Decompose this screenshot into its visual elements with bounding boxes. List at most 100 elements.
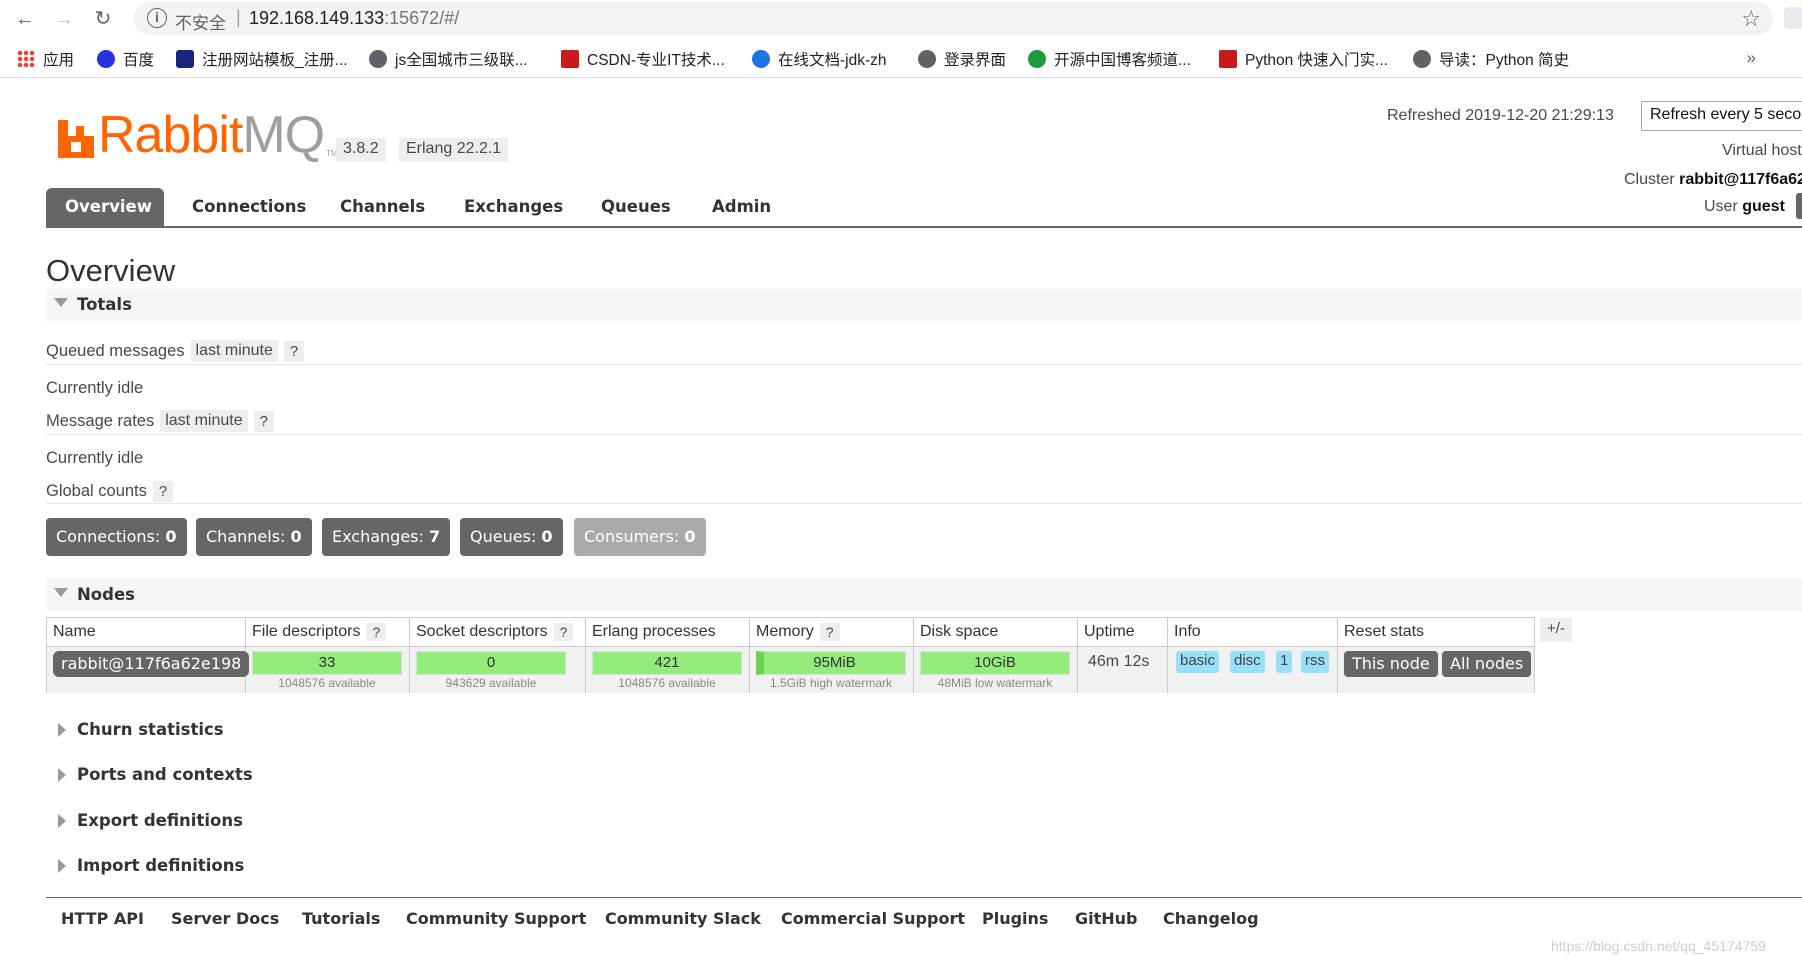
header-memory: Memory?: [756, 623, 840, 641]
bookmark-baidu[interactable]: 百度: [97, 48, 154, 70]
file-descriptors-bar: 33: [252, 651, 402, 675]
import-definitions-section[interactable]: Import definitions: [46, 852, 446, 882]
rabbitmq-logo[interactable]: RabbitMQ TM: [58, 109, 338, 161]
oschina-icon: [1028, 50, 1046, 68]
separator: |: [236, 7, 241, 27]
churn-statistics-section[interactable]: Churn statistics: [46, 716, 446, 746]
col-info: Info basic disc 1 rss: [1168, 618, 1338, 693]
exchanges-count-button[interactable]: Exchanges: 7: [322, 518, 451, 556]
help-icon[interactable]: ?: [253, 410, 274, 432]
info-icon[interactable]: i: [147, 8, 167, 28]
totals-section-header[interactable]: Totals: [46, 289, 1802, 321]
column-toggle-button[interactable]: +/-: [1540, 618, 1572, 642]
footer-link-http-api[interactable]: HTTP API: [61, 909, 144, 928]
globe-icon: [918, 50, 936, 68]
erlang-processes-available: 1048576 available: [618, 676, 716, 690]
help-icon[interactable]: ?: [819, 623, 840, 641]
info-tag-basic: basic: [1176, 651, 1220, 673]
tab-connections[interactable]: Connections: [173, 188, 325, 226]
bookmarks-more-icon[interactable]: »: [1747, 48, 1756, 68]
bookmark-python[interactable]: Python 快速入门实...: [1219, 48, 1388, 70]
globe-icon: [1413, 50, 1431, 68]
queued-idle-text: Currently idle: [46, 379, 144, 397]
bookmark-csdn[interactable]: CSDN-专业IT技术...: [561, 48, 725, 70]
refresh-interval-select[interactable]: Refresh every 5 seconds: [1641, 101, 1802, 131]
nodes-section-header[interactable]: Nodes: [46, 579, 1802, 611]
ports-contexts-section[interactable]: Ports and contexts: [46, 761, 446, 791]
bookmark-oschina[interactable]: 开源中国博客频道...: [1028, 48, 1191, 70]
bookmarks-bar: 应用 百度 注册网站模板_注册... js全国城市三级联... CSDN-专业I…: [0, 40, 1802, 78]
reload-icon[interactable]: ↻: [91, 7, 115, 31]
help-icon[interactable]: ?: [283, 340, 305, 362]
tab-queues[interactable]: Queues: [582, 188, 690, 226]
footer-link-commercial-support[interactable]: Commercial Support: [781, 909, 965, 928]
footer-link-server-docs[interactable]: Server Docs: [171, 909, 279, 928]
forward-icon[interactable]: →: [52, 7, 76, 31]
col-memory: Memory? 95MiB 1.5GiB high watermark: [750, 618, 914, 693]
header-info: Info: [1174, 623, 1201, 640]
header-socket-descriptors: Socket descriptors?: [416, 623, 574, 641]
baidu-icon: [97, 50, 115, 68]
cluster-name: rabbit@117f6a62e198: [1679, 171, 1802, 188]
reset-this-node-button[interactable]: This node: [1344, 651, 1438, 677]
queues-count-button[interactable]: Queues: 0: [460, 518, 563, 556]
back-icon[interactable]: ←: [13, 7, 37, 31]
bookmark-login[interactable]: 登录界面: [918, 48, 1006, 70]
rates-range-chip[interactable]: last minute: [160, 410, 248, 432]
disk-space-watermark: 48MiB low watermark: [937, 676, 1053, 690]
erlang-version-badge: Erlang 22.2.1: [399, 138, 509, 162]
queued-range-chip[interactable]: last minute: [190, 340, 278, 362]
divider: [46, 364, 1802, 365]
footer-link-community-support[interactable]: Community Support: [406, 909, 586, 928]
footer-link-plugins[interactable]: Plugins: [982, 909, 1048, 928]
channels-count-button[interactable]: Channels: 0: [196, 518, 312, 556]
main-tabs: Overview Connections Channels Exchanges …: [46, 188, 1802, 228]
col-file-descriptors: File descriptors? 33 1048576 available: [246, 618, 410, 693]
tab-overview[interactable]: Overview: [46, 188, 164, 226]
help-icon[interactable]: ?: [152, 481, 174, 502]
memory-bar: 95MiB: [756, 651, 906, 675]
cluster-info: Cluster rabbit@117f6a62e198: [1624, 171, 1802, 189]
expand-arrow-icon: [58, 723, 66, 737]
rabbitmq-logo-mark: [58, 120, 94, 158]
tab-exchanges[interactable]: Exchanges: [445, 188, 582, 226]
export-definitions-section[interactable]: Export definitions: [46, 807, 446, 837]
watermark-text: https://blog.csdn.net/qq_45174759: [1551, 938, 1766, 954]
csdn-icon: [561, 50, 579, 68]
site-icon: [176, 50, 194, 68]
help-icon[interactable]: ?: [553, 623, 574, 641]
footer-link-changelog[interactable]: Changelog: [1163, 909, 1259, 928]
header-reset-stats: Reset stats: [1344, 623, 1425, 640]
consumers-count-button[interactable]: Consumers: 0: [574, 518, 706, 556]
tab-channels[interactable]: Channels: [321, 188, 444, 226]
connections-count-button[interactable]: Connections: 0: [46, 518, 187, 556]
url-text[interactable]: 192.168.149.133:15672/#/: [249, 8, 459, 29]
apps-icon: [17, 50, 35, 68]
footer-divider: [46, 897, 1802, 898]
node-name-link[interactable]: rabbit@117f6a62e198: [53, 651, 250, 677]
footer-link-tutorials[interactable]: Tutorials: [302, 909, 380, 928]
queued-messages-row: Queued messages last minute ?: [46, 340, 305, 362]
address-bar[interactable]: i 不安全 | 192.168.149.133:15672/#/ ☆: [133, 2, 1773, 35]
bookmark-python-history[interactable]: 导读：Python 简史: [1413, 48, 1569, 70]
header-file-descriptors: File descriptors?: [252, 623, 387, 641]
reset-all-nodes-button[interactable]: All nodes: [1442, 651, 1532, 677]
bookmark-js[interactable]: js全国城市三级联...: [369, 48, 528, 70]
header-name: Name: [53, 623, 96, 640]
expand-arrow-icon: [58, 814, 66, 828]
bookmark-jdk[interactable]: 在线文档-jdk-zh: [752, 48, 887, 70]
insecure-label: 不安全: [175, 14, 226, 33]
bookmark-site[interactable]: 注册网站模板_注册...: [176, 48, 348, 70]
tab-admin[interactable]: Admin: [693, 188, 790, 226]
erlang-processes-bar: 421: [592, 651, 742, 675]
help-icon[interactable]: ?: [366, 623, 387, 641]
bookmark-apps[interactable]: 应用: [17, 48, 74, 70]
footer-link-community-slack[interactable]: Community Slack: [605, 909, 761, 928]
info-tag-rss: rss: [1301, 651, 1329, 673]
collapse-arrow-icon: [54, 298, 68, 307]
header-uptime: Uptime: [1084, 623, 1135, 640]
extension-icon[interactable]: [1784, 7, 1802, 29]
bookmark-star-icon[interactable]: ☆: [1741, 6, 1761, 32]
disk-space-bar: 10GiB: [920, 651, 1070, 675]
footer-link-github[interactable]: GitHub: [1075, 909, 1138, 928]
